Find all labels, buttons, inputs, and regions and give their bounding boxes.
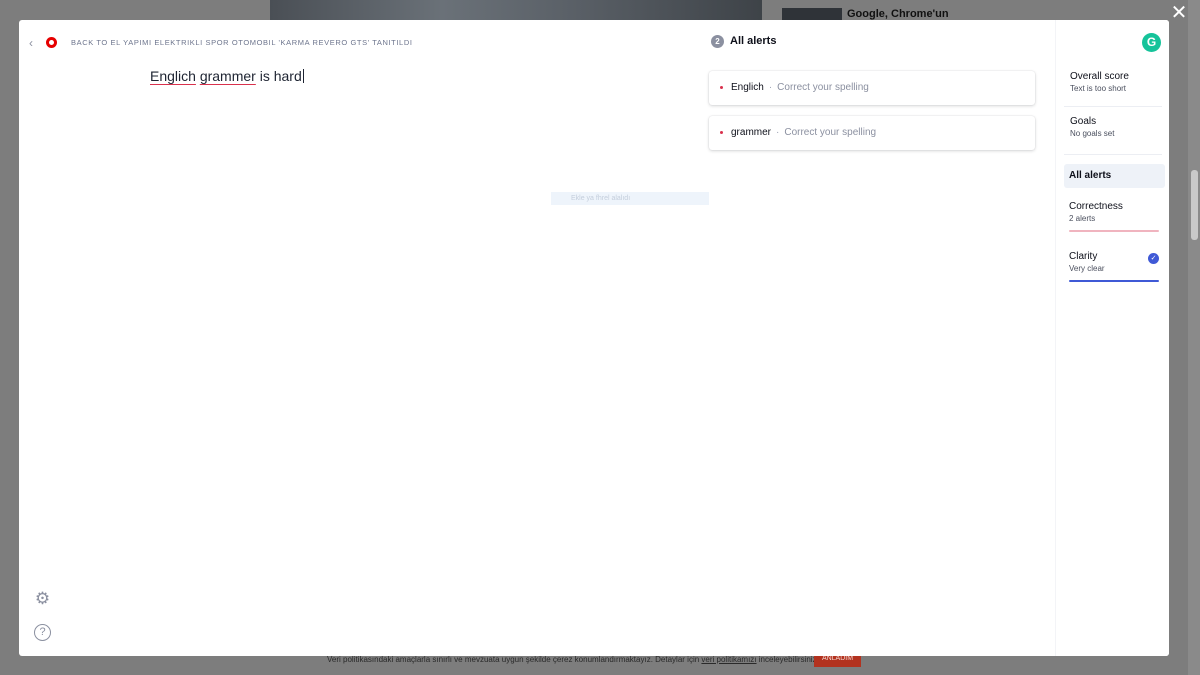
alerts-count-badge: 2	[711, 35, 724, 48]
editor-modal: ‹ BACK TO EL YAPIMI ELEKTRIKLI SPOR OTOM…	[19, 20, 1169, 656]
sidebar-divider	[1064, 154, 1162, 155]
text-caret	[302, 69, 304, 83]
alert-card[interactable]: Englich · Correct your spelling	[709, 71, 1035, 105]
alert-card[interactable]: grammer · Correct your spelling	[709, 116, 1035, 150]
back-button[interactable]: ‹	[29, 36, 41, 50]
alert-separator: ·	[776, 127, 780, 138]
overall-score-sub: Text is too short	[1070, 84, 1127, 93]
alert-hint: Correct your spelling	[777, 82, 869, 93]
nav-clarity[interactable]: Clarity Very clear ✓	[1064, 251, 1165, 283]
background-article-photo	[270, 0, 762, 22]
nav-correctness[interactable]: Correctness 2 alerts	[1064, 201, 1165, 233]
alert-separator: ·	[768, 82, 773, 93]
correctness-title: Correctness	[1069, 201, 1123, 212]
misspelled-word[interactable]: grammer	[200, 68, 256, 84]
clarity-bar	[1069, 280, 1159, 282]
document-title[interactable]: BACK TO EL YAPIMI ELEKTRIKLI SPOR OTOMOB…	[71, 38, 413, 47]
alerts-header: 2 All alerts	[711, 35, 776, 49]
misspelled-word[interactable]: Englich	[150, 68, 196, 84]
alert-dot-icon	[720, 86, 723, 89]
alert-word: grammer	[731, 127, 772, 138]
text-editor[interactable]: Englich grammer is hard	[150, 68, 690, 84]
goals[interactable]: Goals No goals set	[1070, 116, 1114, 138]
gear-icon[interactable]: ⚙	[34, 590, 51, 607]
faint-overlay-text: Ekle ya fhrel alalıdı	[551, 192, 709, 205]
sidebar-divider	[1064, 106, 1162, 107]
cookie-text: Veri politikasındaki amaçlarla sınırlı v…	[327, 655, 700, 664]
goals-sub: No goals set	[1070, 129, 1115, 138]
alerts-heading: All alerts	[730, 35, 777, 47]
nav-all-alerts[interactable]: All alerts	[1064, 164, 1165, 188]
overall-score[interactable]: Overall score Text is too short	[1070, 71, 1129, 93]
correctness-bar	[1069, 230, 1159, 232]
clarity-sub: Very clear	[1069, 264, 1105, 273]
correctness-sub: 2 alerts	[1069, 214, 1096, 223]
alert-word: Englich	[731, 82, 764, 93]
cookie-banner: Veri politikasındaki amaçlarla sınırlı v…	[0, 651, 1188, 675]
goals-title: Goals	[1070, 116, 1097, 127]
cookie-policy-link[interactable]: veri politikamızı	[701, 655, 756, 664]
page-scrollbar[interactable]	[1188, 0, 1200, 675]
grammarly-logo-icon[interactable]: G	[1142, 33, 1161, 52]
close-overlay-button[interactable]: ✕	[1168, 2, 1190, 24]
scrollbar-thumb[interactable]	[1191, 170, 1198, 240]
alert-hint: Correct your spelling	[784, 127, 877, 138]
help-icon[interactable]: ?	[34, 624, 51, 641]
score-sidebar: G Overall score Text is too short Goals …	[1055, 20, 1169, 656]
overall-score-title: Overall score	[1070, 71, 1129, 82]
check-icon: ✓	[1148, 253, 1159, 264]
nav-all-alerts-label: All alerts	[1069, 170, 1112, 181]
background-headline: Google, Chrome'un	[847, 8, 949, 20]
alert-dot-icon	[720, 131, 723, 134]
cookie-suffix: inceleyebilirsiniz.	[758, 655, 819, 664]
editor-text: is hard	[259, 68, 302, 84]
cookie-text-wrap: Veri politikasındaki amaçlarla sınırlı v…	[327, 655, 819, 665]
source-site-logo	[46, 37, 57, 48]
